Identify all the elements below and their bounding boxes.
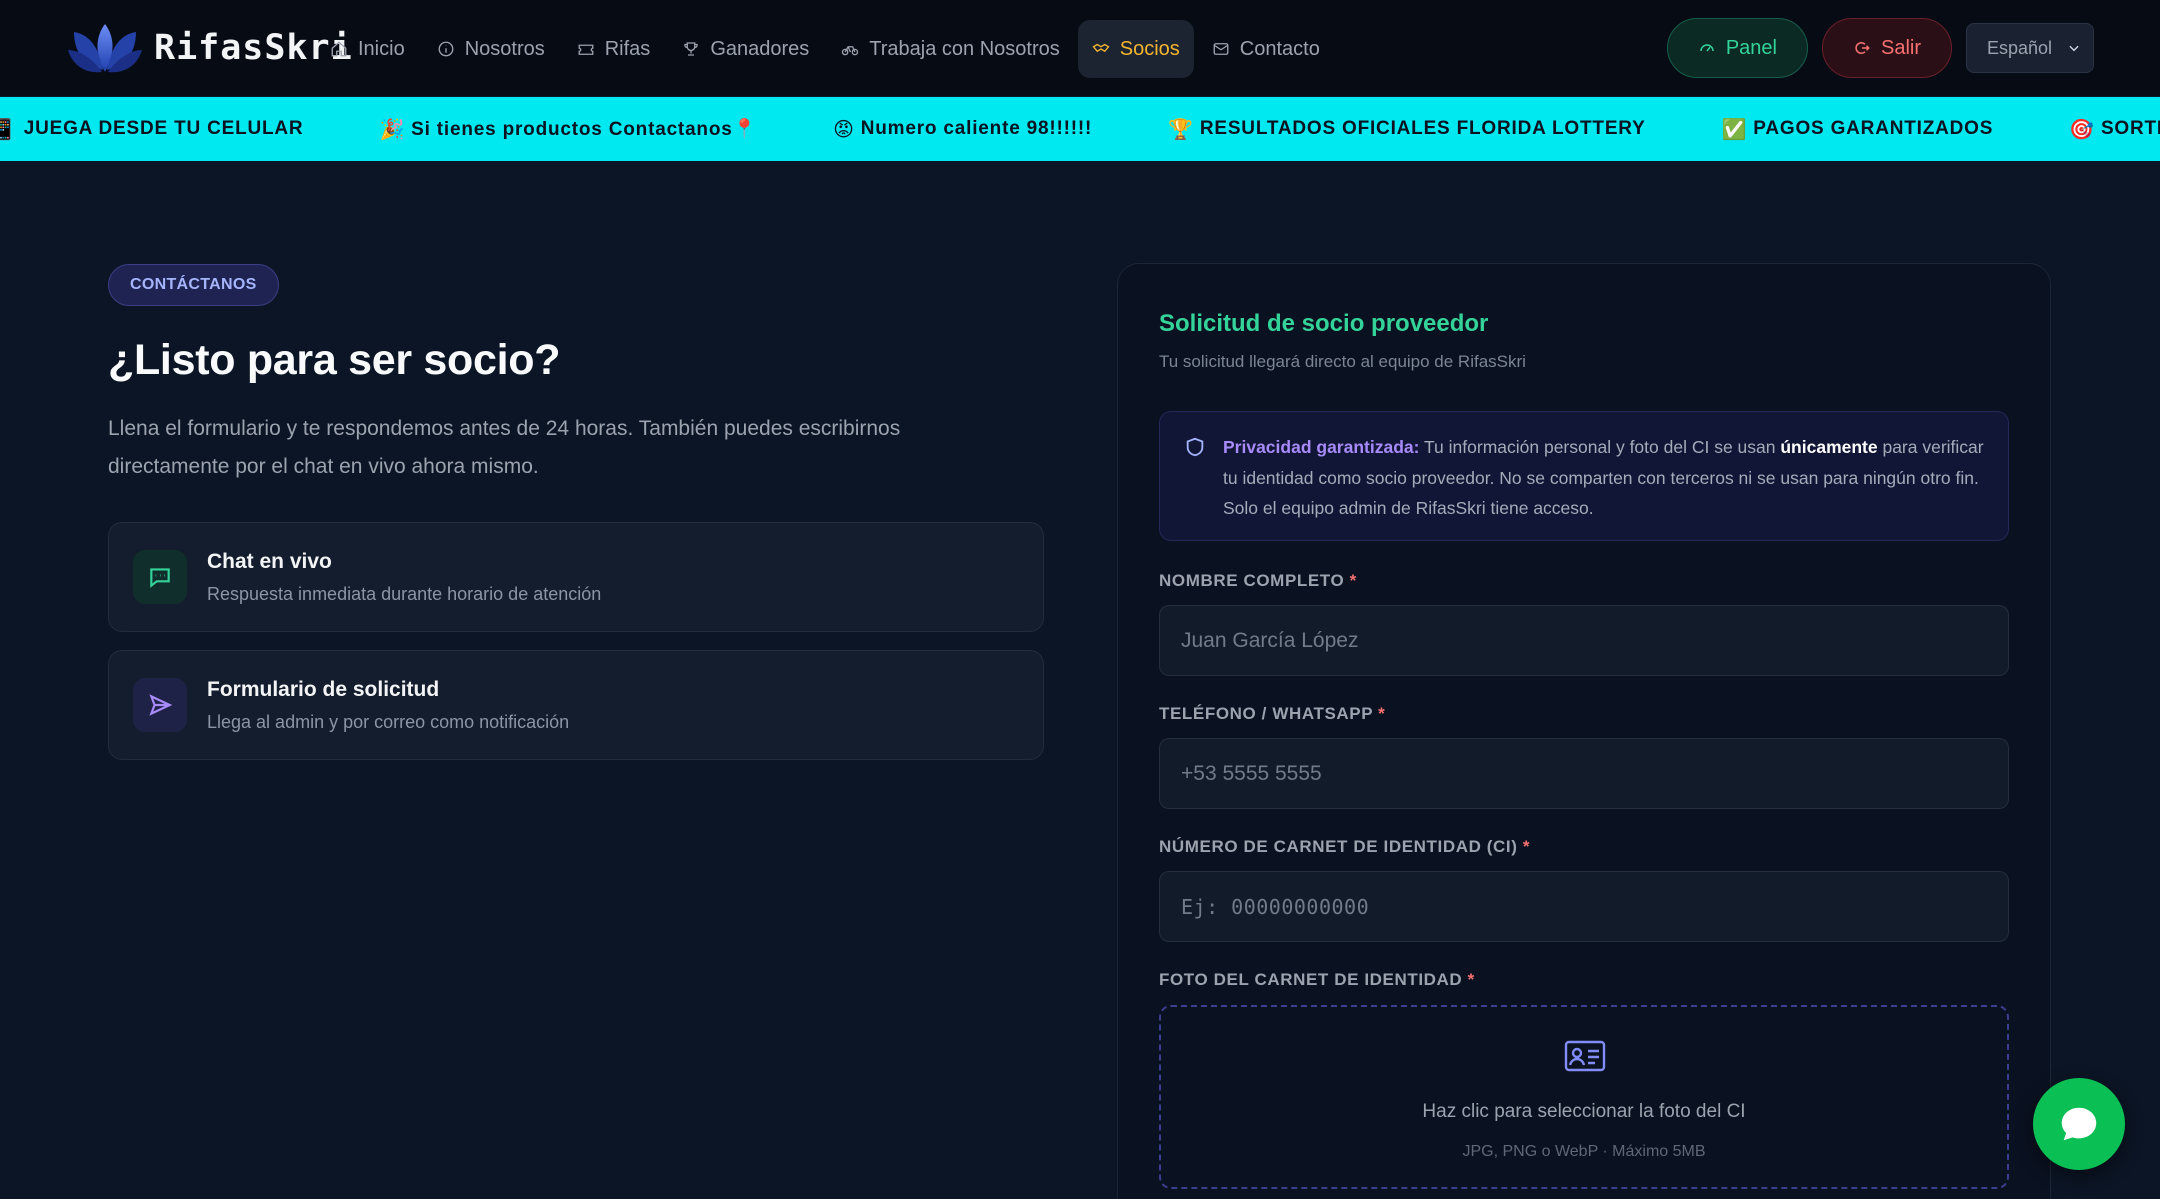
ticker-text: PAGOS GARANTIZADOS <box>1753 118 1994 139</box>
ticker-item: ✅ PAGOS GARANTIZADOS <box>1722 117 1994 142</box>
required-mark: * <box>1522 837 1531 856</box>
trophy-icon <box>684 42 699 56</box>
card-icon-wrap <box>133 550 187 604</box>
chat-bubble-icon <box>2061 1107 2097 1141</box>
ticker-item: 🎉 Si tienes productos Contactanos📍 <box>379 117 757 142</box>
ticker-item: 📱 JUEGA DESDE TU CELULAR <box>0 117 303 142</box>
logout-button[interactable]: Salir <box>1821 18 1952 78</box>
brand-logo-link[interactable]: RifasSkri <box>66 20 353 76</box>
chevron-down-icon <box>2069 45 2079 52</box>
card-icon-wrap <box>133 678 187 732</box>
nav-item-inicio[interactable]: Inicio <box>316 20 419 78</box>
page-title: ¿Listo para ser socio? <box>108 336 561 384</box>
check-icon: ✅ <box>1721 118 1748 141</box>
privacy-heading: Privacidad garantizada: <box>1223 437 1420 457</box>
chat-icon <box>150 568 170 588</box>
nav-label: Inicio <box>358 37 405 60</box>
ci-photo-label: FOTO DEL CARNET DE IDENTIDAD * <box>1159 970 1475 990</box>
section-badge: CONTÁCTANOS <box>108 264 279 306</box>
ci-photo-upload[interactable]: Haz clic para seleccionar la foto del CI… <box>1159 1005 2009 1189</box>
live-chat-button[interactable] <box>2033 1078 2125 1170</box>
card-title: Formulario de solicitud <box>207 677 440 701</box>
ticker-text: SORTEOS 2 VECES <box>2100 118 2160 139</box>
live-chat-card[interactable]: Chat en vivo Respuesta inmediata durante… <box>108 522 1044 632</box>
nav-label: Contacto <box>1239 37 1320 60</box>
ticker-text: Numero caliente 98!!!!!! <box>860 118 1093 139</box>
upload-hint: JPG, PNG o WebP · Máximo 5MB <box>1462 1143 1706 1160</box>
angry-face-icon: 😡 <box>833 118 855 141</box>
full-name-input[interactable] <box>1159 605 2009 676</box>
ticket-icon <box>578 44 594 55</box>
ticker-text: RESULTADOS OFICIALES FLORIDA LOTTERY <box>1199 118 1646 139</box>
party-icon: 🎉 <box>379 118 406 141</box>
id-card-icon <box>1564 1040 1606 1072</box>
ci-number-input[interactable] <box>1159 871 2009 942</box>
form-subtitle: Tu solicitud llegará directo al equipo d… <box>1159 352 1526 371</box>
logout-label: Salir <box>1880 36 1921 59</box>
nav-item-ganadores[interactable]: Ganadores <box>668 20 823 78</box>
language-value: Español <box>1987 37 2053 58</box>
required-mark: * <box>1378 704 1386 723</box>
required-mark: * <box>1467 970 1475 989</box>
announcement-ticker: 📱 JUEGA DESDE TU CELULAR 🎉 Si tienes pro… <box>0 97 2160 161</box>
phone-input[interactable] <box>1159 738 2009 809</box>
privacy-emphasis: únicamente <box>1780 437 1878 457</box>
nav-label: Trabaja con Nosotros <box>869 37 1060 60</box>
send-icon <box>149 694 173 716</box>
top-navbar: RifasSkri Inicio Nosotros Rifas Ganadore… <box>0 0 2160 97</box>
phone-label: TELÉFONO / WHATSAPP * <box>1159 704 1385 724</box>
main-nav: Inicio Nosotros Rifas Ganadores Trabaja … <box>316 20 1334 78</box>
ci-label: NÚMERO DE CARNET DE IDENTIDAD (CI) * <box>1159 837 1530 857</box>
nav-actions: Panel Salir Español <box>1666 18 2094 78</box>
panel-button[interactable]: Panel <box>1666 18 1808 78</box>
card-title: Chat en vivo <box>207 549 332 573</box>
lotus-logo-icon <box>68 24 142 73</box>
request-form-card[interactable]: Formulario de solicitud Llega al admin y… <box>108 650 1044 760</box>
handshake-icon <box>1092 43 1110 53</box>
ticker-item: 😡 Numero caliente 98!!!!!! <box>833 117 1092 142</box>
label-text: FOTO DEL CARNET DE IDENTIDAD <box>1159 970 1463 989</box>
nav-item-contacto[interactable]: Contacto <box>1198 20 1334 78</box>
required-mark: * <box>1349 571 1357 590</box>
bike-icon <box>842 46 859 56</box>
ticker-text: JUEGA DESDE TU CELULAR <box>23 118 304 139</box>
card-text: Formulario de solicitud Llega al admin y… <box>207 678 569 733</box>
target-icon: 🎯 <box>2069 118 2095 141</box>
privacy-notice: Privacidad garantizada: Tu información p… <box>1159 411 2009 541</box>
trophy-icon: 🏆 <box>1168 118 1194 141</box>
form-title: Solicitud de socio proveedor <box>1159 310 1489 337</box>
upload-instruction: Haz clic para seleccionar la foto del CI <box>1422 1101 1746 1122</box>
nav-label: Socios <box>1119 37 1180 60</box>
nav-label: Nosotros <box>464 37 545 60</box>
info-icon <box>438 41 454 57</box>
nav-label: Ganadores <box>710 37 810 60</box>
language-select[interactable]: Español <box>1966 23 2094 73</box>
gauge-icon <box>1700 44 1714 52</box>
label-text: TELÉFONO / WHATSAPP <box>1159 704 1373 723</box>
card-text: Chat en vivo Respuesta inmediata durante… <box>207 550 601 605</box>
ticker-item: 🏆 RESULTADOS OFICIALES FLORIDA LOTTERY <box>1168 117 1645 142</box>
logout-icon <box>1855 42 1870 54</box>
home-icon <box>331 41 347 57</box>
ticker-track: 📱 JUEGA DESDE TU CELULAR 🎉 Si tienes pro… <box>0 117 2160 142</box>
card-subtitle: Llega al admin y por correo como notific… <box>207 711 570 732</box>
panel-label: Panel <box>1725 36 1777 59</box>
nav-item-socios[interactable]: Socios <box>1077 20 1194 78</box>
page-description: Llena el formulario y te respondemos ant… <box>108 417 901 478</box>
name-label: NOMBRE COMPLETO * <box>1159 571 1357 591</box>
label-text: NOMBRE COMPLETO <box>1159 571 1345 590</box>
partner-request-form: Solicitud de socio proveedor Tu solicitu… <box>1117 263 2051 1199</box>
ticker-item: 🎯 SORTEOS 2 VECES <box>2069 117 2160 142</box>
phone-icon: 📱 <box>0 118 18 141</box>
shield-icon <box>1186 437 1204 457</box>
nav-item-rifas[interactable]: Rifas <box>563 20 665 78</box>
label-text: NÚMERO DE CARNET DE IDENTIDAD (CI) <box>1159 837 1518 856</box>
card-subtitle: Respuesta inmediata durante horario de a… <box>207 583 602 604</box>
mail-icon <box>1213 43 1229 55</box>
nav-label: Rifas <box>604 37 651 60</box>
nav-item-trabaja[interactable]: Trabaja con Nosotros <box>827 20 1073 78</box>
nav-item-nosotros[interactable]: Nosotros <box>423 20 559 78</box>
ticker-text: Si tienes productos Contactanos📍 <box>411 119 758 140</box>
privacy-text: Tu información personal y foto del CI se… <box>1419 437 1781 457</box>
